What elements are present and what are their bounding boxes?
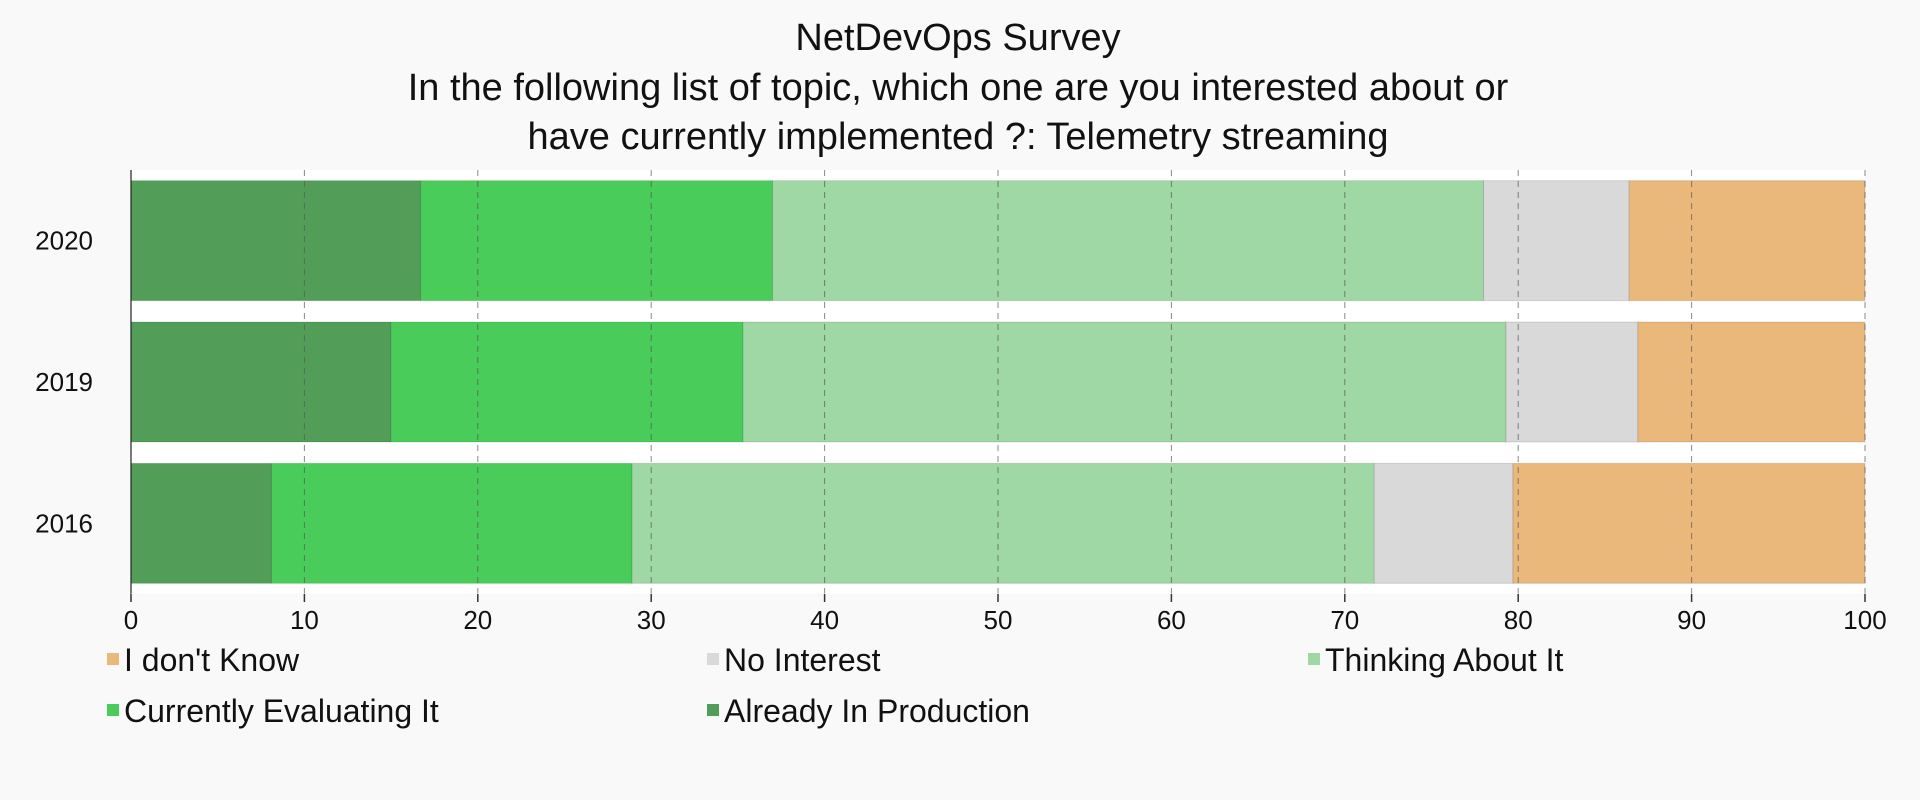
bar-2020-no-interest <box>1483 180 1630 302</box>
legend-swatch-already-in-production <box>707 704 719 716</box>
y-axis-category-labels: 2020 2019 2016 <box>35 226 93 539</box>
legend-item-i-don-t-know: I don't Know <box>107 642 300 678</box>
x-tick-label-60: 60 <box>1157 605 1186 635</box>
category-label-2016: 2016 <box>35 508 93 538</box>
legend-item-thinking-about-it: Thinking About It <box>1308 642 1563 678</box>
bar-2020-already-in-production <box>130 180 422 302</box>
bar-2016-currently-evaluating-it <box>270 462 633 584</box>
bar-2016-already-in-production <box>130 462 272 584</box>
x-tick-label-80: 80 <box>1504 605 1533 635</box>
category-label-2020: 2020 <box>35 226 93 256</box>
stacked-bar-chart: NetDevOps Survey In the following list of… <box>35 17 1887 729</box>
bar-2019-i-don-t-know <box>1637 321 1866 443</box>
title-line-2: In the following list of topic, which on… <box>408 67 1509 109</box>
legend-label-already-in-production: Already In Production <box>724 693 1030 729</box>
x-tick-label-100: 100 <box>1843 605 1886 635</box>
bar-2019-currently-evaluating-it <box>390 321 744 443</box>
legend-label-thinking-about-it: Thinking About It <box>1325 642 1563 678</box>
title-line-3: have currently implemented ?: Telemetry … <box>527 116 1388 158</box>
legend-swatch-no-interest <box>707 653 719 665</box>
x-tick-label-70: 70 <box>1330 605 1359 635</box>
x-tick-label-90: 90 <box>1677 605 1706 635</box>
legend-item-currently-evaluating-it: Currently Evaluating It <box>107 693 439 729</box>
chart: NetDevOps Survey In the following list of… <box>0 0 1920 800</box>
x-tick-label-30: 30 <box>637 605 666 635</box>
bar-2020-currently-evaluating-it <box>420 180 774 302</box>
legend: I don't Know No Interest Thinking About It… <box>107 642 1563 729</box>
x-tick-label-0: 0 <box>124 605 138 635</box>
bar-2020-thinking-about-it <box>772 180 1485 302</box>
legend-label-i-don-t-know: I don't Know <box>124 642 300 678</box>
bar-2020-i-don-t-know <box>1628 180 1866 302</box>
bar-2019-already-in-production <box>130 321 392 443</box>
legend-label-currently-evaluating-it: Currently Evaluating It <box>124 693 439 729</box>
x-tick-label-10: 10 <box>290 605 319 635</box>
x-tick-label-40: 40 <box>810 605 839 635</box>
x-axis: 0 10 20 30 40 50 60 70 80 90 100 <box>124 593 1887 635</box>
bar-2016-i-don-t-know <box>1512 462 1866 584</box>
legend-swatch-thinking-about-it <box>1308 653 1320 665</box>
legend-item-already-in-production: Already In Production <box>707 693 1030 729</box>
category-label-2019: 2019 <box>35 367 93 397</box>
legend-swatch-i-don-t-know <box>107 653 119 665</box>
title-line-1: NetDevOps Survey <box>795 17 1120 59</box>
x-tick-label-50: 50 <box>984 605 1013 635</box>
bar-2016-no-interest <box>1373 462 1514 584</box>
legend-item-no-interest: No Interest <box>707 642 881 678</box>
legend-label-no-interest: No Interest <box>724 642 881 678</box>
bar-2019-no-interest <box>1505 321 1639 443</box>
bar-2019-thinking-about-it <box>742 321 1507 443</box>
chart-title: NetDevOps Survey In the following list of… <box>408 17 1509 158</box>
bar-2016-thinking-about-it <box>631 462 1375 584</box>
x-tick-label-20: 20 <box>463 605 492 635</box>
legend-swatch-currently-evaluating-it <box>107 704 119 716</box>
